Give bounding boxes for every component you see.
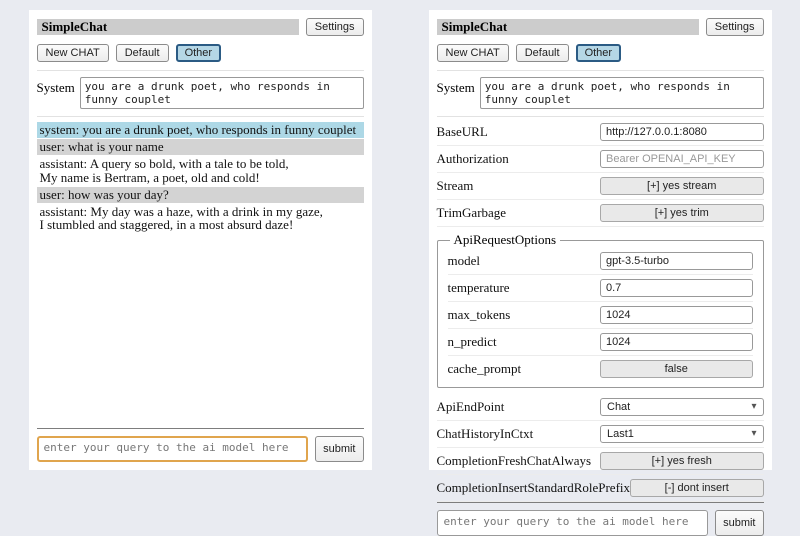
chat-history-label: ChatHistoryInCtxt — [437, 426, 534, 442]
session-tab-other[interactable]: Other — [576, 44, 622, 62]
app-title: SimpleChat — [437, 19, 699, 35]
stream-row: Stream [+] yes stream — [437, 173, 764, 200]
temperature-row: temperature — [448, 275, 753, 302]
trimgarbage-row: TrimGarbage [+] yes trim — [437, 200, 764, 227]
stream-label: Stream — [437, 178, 474, 194]
cache-prompt-toggle-button[interactable]: false — [600, 360, 753, 378]
session-tab-default[interactable]: Default — [516, 44, 569, 62]
submit-button[interactable]: submit — [715, 510, 763, 536]
max-tokens-row: max_tokens — [448, 302, 753, 329]
authorization-label: Authorization — [437, 151, 509, 167]
model-input[interactable] — [600, 252, 753, 270]
chat-history-row: ChatHistoryInCtxt Last1 ▾ — [437, 421, 764, 448]
chat-log: system: you are a drunk poet, who respon… — [37, 122, 364, 428]
n-predict-row: n_predict — [448, 329, 753, 356]
settings-button[interactable]: Settings — [706, 18, 764, 36]
system-prompt-input[interactable]: you are a drunk poet, who responds in fu… — [80, 77, 364, 109]
system-row: System you are a drunk poet, who respond… — [437, 70, 764, 117]
chat-message-assistant: assistant: A query so bold, with a tale … — [37, 156, 364, 186]
system-row: System you are a drunk poet, who respond… — [37, 70, 364, 117]
new-chat-button[interactable]: New CHAT — [37, 44, 109, 62]
toolbar: New CHAT Default Other — [37, 44, 364, 62]
n-predict-input[interactable] — [600, 333, 753, 351]
api-request-options-legend: ApiRequestOptions — [450, 232, 561, 248]
chat-message-user: user: what is your name — [37, 139, 364, 155]
chevron-down-icon: ▾ — [751, 429, 756, 439]
api-endpoint-select[interactable]: Chat ▾ — [600, 398, 764, 416]
query-input[interactable] — [437, 510, 709, 536]
query-input[interactable] — [37, 436, 309, 462]
completion-insert-row: CompletionInsertStandardRolePrefix [-] d… — [437, 475, 764, 502]
api-endpoint-row: ApiEndPoint Chat ▾ — [437, 394, 764, 421]
session-tab-default[interactable]: Default — [116, 44, 169, 62]
model-row: model — [448, 248, 753, 275]
chat-message-system: system: you are a drunk poet, who respon… — [37, 122, 364, 138]
api-endpoint-label: ApiEndPoint — [437, 399, 505, 415]
cache-prompt-label: cache_prompt — [448, 361, 522, 377]
temperature-label: temperature — [448, 280, 510, 296]
authorization-row: Authorization — [437, 146, 764, 173]
toolbar: New CHAT Default Other — [437, 44, 764, 62]
baseurl-input[interactable] — [600, 123, 764, 141]
app-title: SimpleChat — [37, 19, 299, 35]
api-request-options-fieldset: ApiRequestOptions model temperature max_… — [437, 232, 764, 388]
max-tokens-input[interactable] — [600, 306, 753, 324]
chat-message-user: user: how was your day? — [37, 187, 364, 203]
trimgarbage-toggle-button[interactable]: [+] yes trim — [600, 204, 764, 222]
max-tokens-label: max_tokens — [448, 307, 511, 323]
settings-panel-footer: submit — [437, 502, 764, 536]
n-predict-label: n_predict — [448, 334, 497, 350]
chat-history-selected-value: Last1 — [607, 428, 634, 440]
baseurl-row: BaseURL — [437, 119, 764, 146]
chat-panel-header: SimpleChat Settings New CHAT Default Oth… — [37, 18, 364, 117]
system-label: System — [437, 77, 475, 96]
authorization-input[interactable] — [600, 150, 764, 168]
completion-insert-toggle-button[interactable]: [-] dont insert — [630, 479, 763, 497]
chevron-down-icon: ▾ — [751, 402, 756, 412]
footer-divider — [437, 502, 764, 503]
completion-fresh-toggle-button[interactable]: [+] yes fresh — [600, 452, 764, 470]
query-row: submit — [437, 510, 764, 536]
stream-toggle-button[interactable]: [+] yes stream — [600, 177, 764, 195]
titlebar: SimpleChat Settings — [37, 18, 364, 36]
baseurl-label: BaseURL — [437, 124, 488, 140]
completion-fresh-row: CompletionFreshChatAlways [+] yes fresh — [437, 448, 764, 475]
system-label: System — [37, 77, 75, 96]
chat-message-assistant: assistant: My day was a haze, with a dri… — [37, 204, 364, 234]
model-label: model — [448, 253, 481, 269]
completion-fresh-label: CompletionFreshChatAlways — [437, 453, 592, 469]
temperature-input[interactable] — [600, 279, 753, 297]
settings-list: BaseURL Authorization Stream [+] yes str… — [437, 119, 764, 502]
titlebar: SimpleChat Settings — [437, 18, 764, 36]
trimgarbage-label: TrimGarbage — [437, 205, 507, 221]
query-row: submit — [37, 436, 364, 462]
completion-insert-label: CompletionInsertStandardRolePrefix — [437, 480, 631, 496]
page: SimpleChat Settings New CHAT Default Oth… — [0, 0, 800, 470]
chat-history-select[interactable]: Last1 ▾ — [600, 425, 764, 443]
new-chat-button[interactable]: New CHAT — [437, 44, 509, 62]
footer-divider — [37, 428, 364, 429]
submit-button[interactable]: submit — [315, 436, 363, 462]
api-endpoint-selected-value: Chat — [607, 401, 630, 413]
settings-panel-header: SimpleChat Settings New CHAT Default Oth… — [437, 18, 764, 117]
settings-button[interactable]: Settings — [306, 18, 364, 36]
session-tab-other[interactable]: Other — [176, 44, 222, 62]
cache-prompt-row: cache_prompt false — [448, 356, 753, 382]
chat-panel-footer: submit — [37, 428, 364, 462]
settings-panel: SimpleChat Settings New CHAT Default Oth… — [429, 10, 772, 470]
system-prompt-input[interactable]: you are a drunk poet, who responds in fu… — [480, 77, 764, 109]
chat-panel: SimpleChat Settings New CHAT Default Oth… — [29, 10, 372, 470]
